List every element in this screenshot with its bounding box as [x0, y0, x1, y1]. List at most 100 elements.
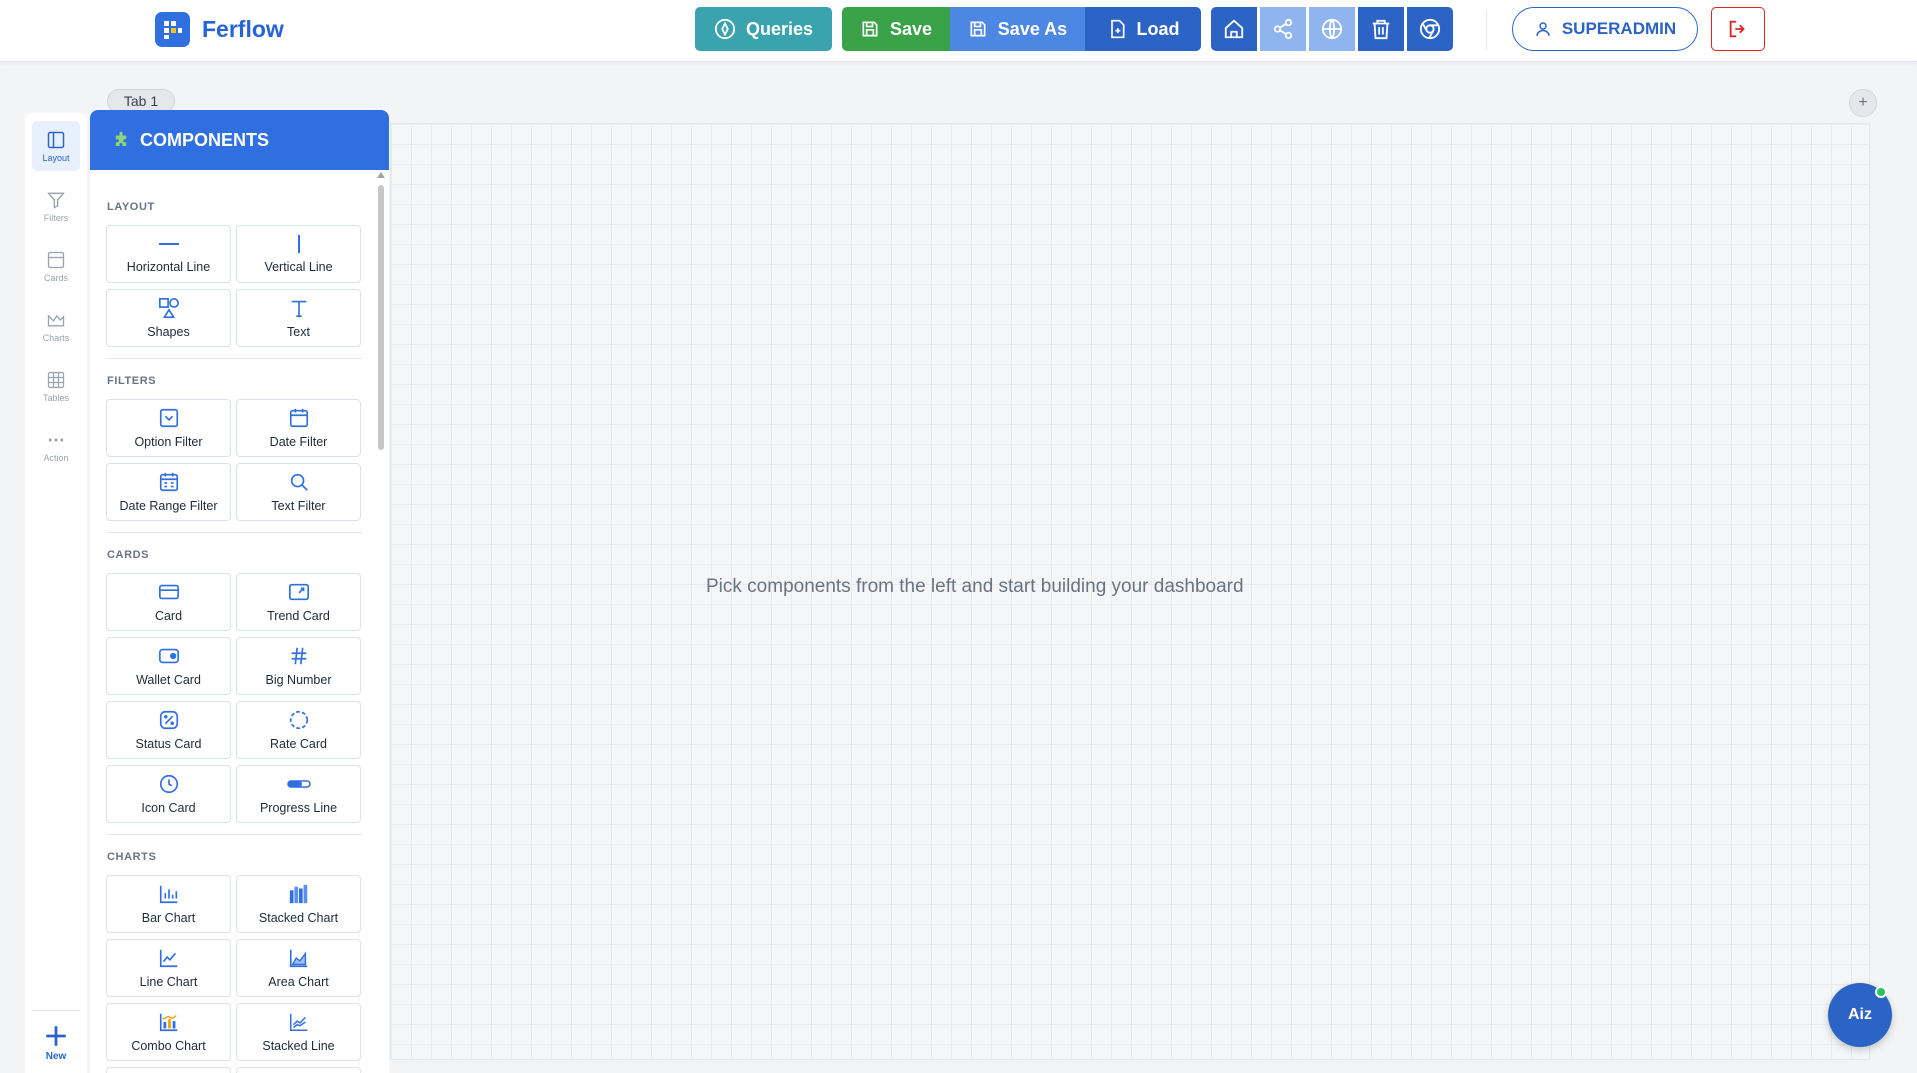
table-icon [47, 371, 65, 388]
save-as-button[interactable]: Save As [950, 7, 1085, 51]
user-label: SUPERADMIN [1561, 19, 1677, 38]
rail-item-charts[interactable]: Charts [32, 301, 80, 351]
save-as-icon [970, 21, 986, 37]
rail-label-action: Action [43, 452, 69, 463]
scroll-thumb[interactable] [378, 185, 384, 450]
save-label: Save [889, 18, 933, 39]
logout-button[interactable] [1711, 7, 1765, 51]
component-horizontal-line[interactable]: Horizontal Line [106, 225, 231, 283]
delete-button[interactable] [1358, 7, 1404, 51]
file-plus-icon [1110, 19, 1124, 39]
queries-button[interactable]: Queries [695, 7, 832, 51]
component-label: Text [287, 325, 310, 339]
component-vertical-line[interactable]: Vertical Line [236, 225, 361, 283]
component-chart-partial[interactable] [236, 1067, 361, 1073]
component-option-filter[interactable]: Option Filter [106, 399, 231, 457]
share-button[interactable] [1260, 7, 1306, 51]
section-title-charts: CHARTS [107, 851, 157, 863]
component-pie-chart-partial[interactable] [106, 1067, 231, 1073]
new-label: New [45, 1051, 67, 1062]
component-big-number[interactable]: Big Number [236, 637, 361, 695]
rail-label-cards: Cards [43, 272, 68, 283]
section-divider [106, 834, 362, 835]
component-date-range-filter[interactable]: Date Range Filter [106, 463, 231, 521]
puzzle-icon [115, 131, 127, 146]
user-button[interactable]: SUPERADMIN [1512, 7, 1698, 51]
section-title-cards: CARDS [107, 549, 150, 561]
left-rail: Layout Filters Cards Charts Tables Actio… [25, 113, 87, 1073]
component-icon-card[interactable]: Icon Card [106, 765, 231, 823]
component-label: Combo Chart [131, 1039, 206, 1053]
canvas-empty-message: Pick components from the left and start … [706, 576, 1244, 597]
section-divider [106, 358, 362, 359]
component-bar-chart[interactable]: Bar Chart [106, 875, 231, 933]
section-divider [106, 532, 362, 533]
save-icon [862, 21, 878, 37]
component-date-filter[interactable]: Date Filter [236, 399, 361, 457]
component-combo-chart[interactable]: Combo Chart [106, 1003, 231, 1061]
component-label: Progress Line [259, 801, 338, 815]
app-name: Ferflow [202, 16, 284, 42]
globe-icon [1321, 18, 1343, 40]
components-title: COMPONENTS [140, 129, 270, 150]
component-label: Vertical Line [264, 260, 333, 274]
filter-icon [47, 192, 65, 209]
components-header: COMPONENTS [90, 110, 389, 170]
components-list[interactable]: LAYOUT Horizontal Line Vertical Line Sha… [90, 170, 389, 1073]
rail-item-layout[interactable]: Layout [32, 121, 80, 171]
rail-item-action[interactable]: Action [32, 421, 80, 471]
rail-label-layout: Layout [42, 152, 70, 163]
stacked-bar-icon [289, 884, 307, 904]
rail-label-charts: Charts [42, 332, 70, 343]
rail-item-tables[interactable]: Tables [32, 361, 80, 411]
new-button[interactable]: New [32, 1023, 80, 1073]
component-label: Wallet Card [136, 673, 201, 687]
component-label: Line Chart [139, 975, 198, 989]
stacked-line-icon [289, 1013, 307, 1031]
hash-icon [291, 647, 306, 665]
component-area-chart[interactable]: Area Chart [236, 939, 361, 997]
combo-chart-icon [159, 1013, 177, 1032]
component-label: Bar Chart [141, 911, 196, 925]
component-label: Status Card [135, 737, 202, 751]
component-line-chart[interactable]: Line Chart [106, 939, 231, 997]
component-label: Area Chart [268, 975, 329, 989]
component-label: Horizontal Line [126, 260, 211, 274]
component-status-card[interactable]: Status Card [106, 701, 231, 759]
scroll-up-arrow-icon[interactable] [377, 172, 385, 178]
text-icon [291, 300, 306, 318]
save-button[interactable]: Save [842, 7, 950, 51]
component-rate-card[interactable]: Rate Card [236, 701, 361, 759]
browser-button[interactable] [1407, 7, 1453, 51]
percent-badge-icon [159, 710, 178, 730]
rail-label-filters: Filters [43, 212, 69, 223]
rail-item-filters[interactable]: Filters [32, 181, 80, 231]
publish-button[interactable] [1309, 7, 1355, 51]
top-header: Ferflow Queries Save Save As Load SUPERA… [0, 0, 1917, 62]
queries-label: Queries [745, 18, 814, 39]
clock-icon [159, 774, 178, 794]
more-icon [48, 438, 64, 441]
component-wallet-card[interactable]: Wallet Card [106, 637, 231, 695]
component-shapes[interactable]: Shapes [106, 289, 231, 347]
rail-item-cards[interactable]: Cards [32, 241, 80, 291]
rail-label-tables: Tables [42, 392, 69, 403]
component-label: Icon Card [141, 801, 196, 815]
load-button[interactable]: Load [1085, 7, 1201, 51]
component-stacked-chart[interactable]: Stacked Chart [236, 875, 361, 933]
add-tab-button[interactable]: + [1849, 89, 1877, 117]
home-button[interactable] [1211, 7, 1257, 51]
component-progress-line[interactable]: Progress Line [236, 765, 361, 823]
component-card[interactable]: Card [106, 573, 231, 631]
component-stacked-line[interactable]: Stacked Line [236, 1003, 361, 1061]
component-trend-card[interactable]: Trend Card [236, 573, 361, 631]
layout-icon [47, 131, 65, 148]
app-logo[interactable]: Ferflow [155, 12, 284, 47]
component-label: Date Range Filter [119, 499, 218, 513]
component-label: Shapes [147, 325, 190, 339]
shapes-icon [158, 298, 179, 318]
compass-icon [714, 18, 736, 40]
section-title-filters: FILTERS [107, 375, 157, 387]
component-text[interactable]: Text [236, 289, 361, 347]
component-text-filter[interactable]: Text Filter [236, 463, 361, 521]
